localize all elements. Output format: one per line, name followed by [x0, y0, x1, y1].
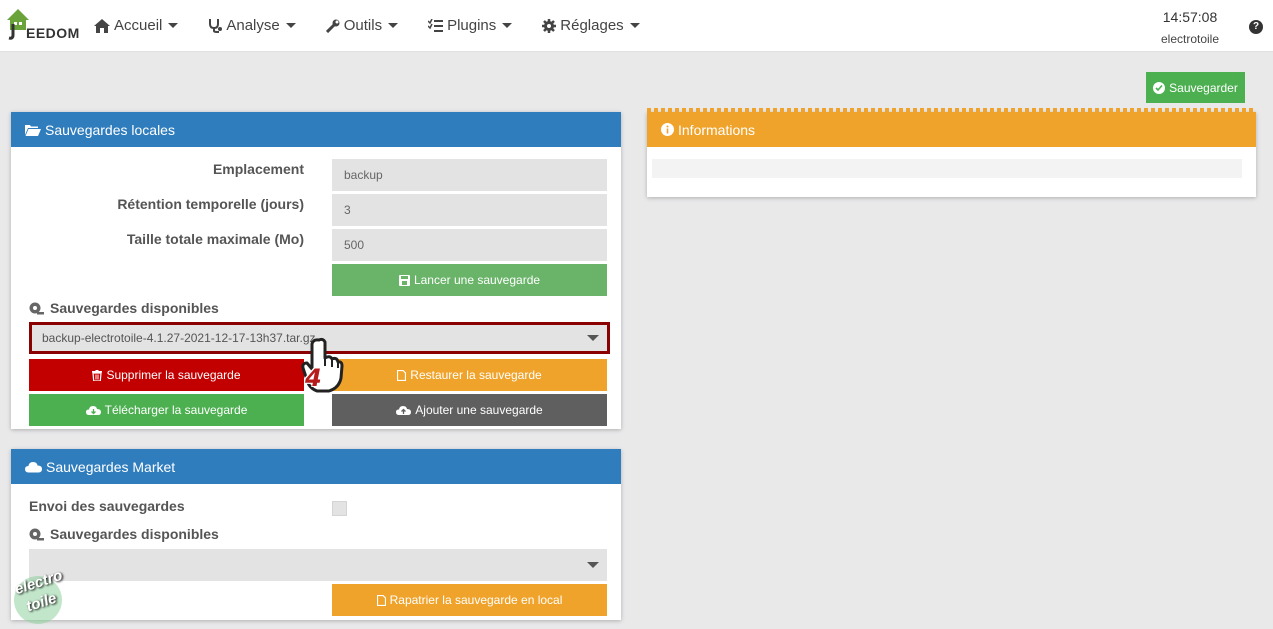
loading-stripe — [647, 108, 1256, 112]
file-icon — [376, 594, 386, 606]
market-backups-heading: Sauvegardes Market — [11, 449, 621, 484]
informations-panel: Informations — [647, 108, 1256, 197]
local-backups-title: Sauvegardes locales — [45, 121, 175, 138]
save-button-label: Sauvegarder — [1169, 80, 1238, 95]
menu-accueil-label: Accueil — [114, 17, 163, 34]
floppy-icon — [398, 274, 410, 286]
chevron-down-icon — [388, 23, 399, 28]
folder-open-icon — [25, 124, 41, 136]
market-backups-panel: Sauvegardes Market Envoi des sauvegardes… — [11, 449, 621, 620]
file-icon — [397, 369, 407, 381]
add-backup-button[interactable]: Ajouter une sauvegarde — [332, 394, 607, 426]
tasks-icon — [428, 19, 444, 32]
menu-accueil[interactable]: Accueil — [94, 17, 179, 34]
market-backups-select[interactable] — [29, 549, 607, 581]
menu-analyse-label: Analyse — [226, 17, 280, 34]
home-icon — [94, 18, 110, 33]
help-icon[interactable]: ? — [1249, 20, 1263, 34]
electrotoile-watermark: electro toile — [8, 567, 72, 626]
location-label: Emplacement — [212, 161, 304, 177]
tutorial-step-annotation: 4 — [297, 336, 345, 396]
menu-analyse[interactable]: Analyse — [208, 17, 296, 34]
cloud-upload-icon — [396, 405, 412, 416]
location-field[interactable]: backup — [332, 159, 607, 191]
hdd-icon — [29, 302, 44, 315]
download-backup-label: Télécharger la sauvegarde — [104, 403, 248, 417]
menu-outils-label: Outils — [343, 17, 383, 34]
retention-field[interactable]: 3 — [332, 194, 607, 226]
chevron-down-icon — [587, 335, 599, 341]
chevron-down-icon — [502, 23, 513, 28]
jeedom-logo[interactable]: EEDOM — [4, 6, 79, 46]
repatriate-backup-button[interactable]: Rapatrier la sauvegarde en local — [332, 584, 607, 616]
restore-backup-button[interactable]: Restaurer la sauvegarde — [332, 359, 607, 391]
clock: 14:57:08 electrotoile — [1140, 9, 1240, 46]
retention-label: Rétention temporelle (jours) — [117, 196, 304, 212]
menu-outils[interactable]: Outils — [325, 17, 399, 34]
send-backups-label: Envoi des sauvegardes — [29, 498, 185, 514]
check-circle-icon — [1153, 81, 1166, 94]
download-backup-button[interactable]: Télécharger la sauvegarde — [29, 394, 304, 426]
menu-reglages[interactable]: Réglages — [542, 17, 640, 34]
chevron-down-icon — [629, 23, 640, 28]
informations-content — [652, 159, 1242, 178]
add-backup-label: Ajouter une sauvegarde — [415, 403, 543, 417]
restore-backup-label: Restaurer la sauvegarde — [410, 368, 542, 382]
hdd-icon — [29, 528, 44, 541]
available-backups-label: Sauvegardes disponibles — [29, 300, 219, 316]
market-backups-title: Sauvegardes Market — [46, 458, 176, 475]
launch-backup-button[interactable]: Lancer une sauvegarde — [332, 264, 607, 296]
stethoscope-icon — [208, 18, 223, 33]
cloud-icon — [25, 461, 42, 473]
chevron-down-icon — [587, 562, 599, 568]
local-backups-heading: Sauvegardes locales — [11, 112, 621, 147]
info-circle-icon — [661, 123, 674, 136]
menu-plugins-label: Plugins — [447, 17, 497, 34]
chevron-down-icon — [168, 23, 179, 28]
cog-icon — [542, 18, 557, 33]
top-navbar: EEDOM Accueil Analyse Outils Plugins Rég… — [0, 0, 1273, 52]
delete-backup-label: Supprimer la sauvegarde — [106, 368, 241, 382]
cloud-download-icon — [85, 405, 101, 416]
main-menu: Accueil Analyse Outils Plugins Réglages — [94, 17, 670, 34]
max-size-label: Taille totale maximale (Mo) — [126, 231, 304, 247]
selected-backup-value: backup-electrotoile-4.1.27-2021-12-17-13… — [42, 331, 316, 345]
market-available-backups-label: Sauvegardes disponibles — [29, 526, 219, 542]
clock-time: 14:57:08 — [1162, 9, 1218, 25]
wrench-icon — [325, 19, 340, 33]
menu-reglages-label: Réglages — [560, 17, 624, 34]
max-size-field[interactable]: 500 — [332, 229, 607, 261]
send-backups-checkbox[interactable] — [332, 501, 347, 516]
save-button[interactable]: Sauvegarder — [1146, 72, 1245, 103]
launch-backup-label: Lancer une sauvegarde — [413, 273, 541, 287]
informations-heading: Informations — [647, 112, 1256, 147]
logo-text: EEDOM — [26, 25, 80, 41]
trash-icon — [92, 369, 103, 381]
repatriate-backup-label: Rapatrier la sauvegarde en local — [389, 593, 563, 607]
step-number: 4 — [305, 364, 322, 392]
informations-title: Informations — [678, 121, 756, 138]
chevron-down-icon — [285, 23, 296, 28]
hostname: electrotoile — [1160, 32, 1220, 46]
delete-backup-button[interactable]: Supprimer la sauvegarde — [29, 359, 304, 391]
menu-plugins[interactable]: Plugins — [428, 17, 513, 34]
